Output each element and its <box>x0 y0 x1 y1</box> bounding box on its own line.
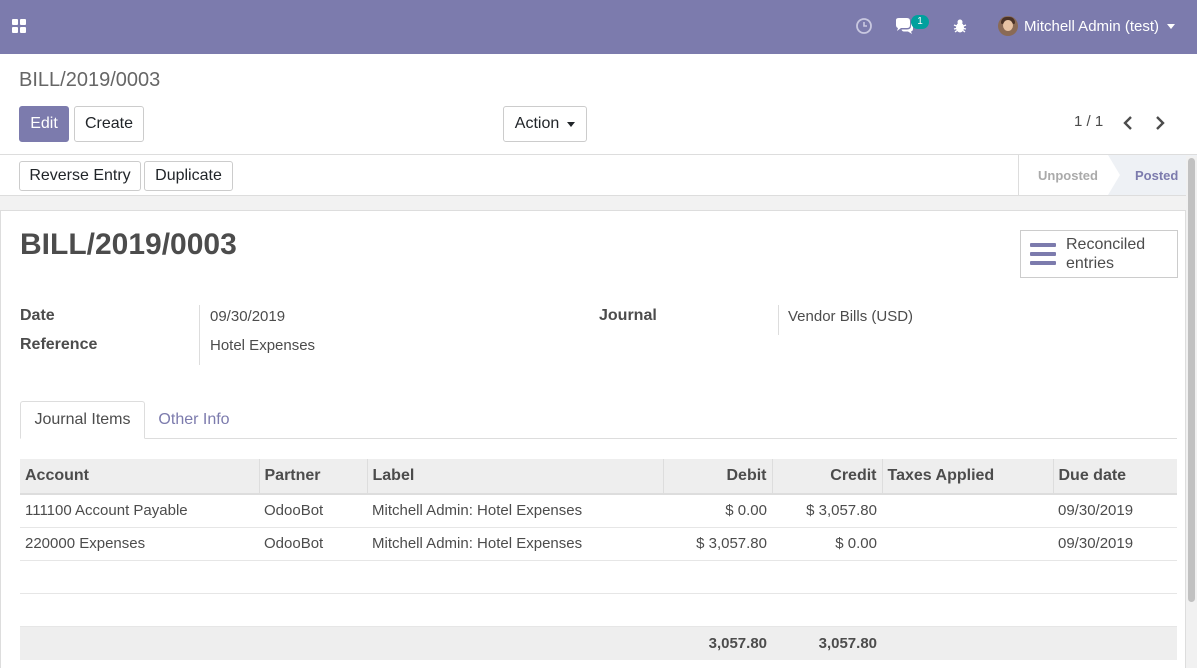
top-navbar: 1 Mitchell Admin (test) <box>0 0 1197 54</box>
status-bar: Reverse Entry Duplicate Unposted Posted <box>0 154 1197 196</box>
list-bars-icon <box>1030 243 1056 265</box>
totals-row: 3,057.80 3,057.80 <box>20 626 1177 660</box>
messages-count-badge: 1 <box>911 15 929 29</box>
reconciled-entries-label: Reconciled entries <box>1066 236 1146 272</box>
action-button-label: Action <box>514 115 560 132</box>
scrollbar-thumb[interactable] <box>1188 158 1195 602</box>
user-name: Mitchell Admin (test) <box>1024 17 1160 35</box>
stage-posted: Posted <box>1107 155 1197 195</box>
cell-account: 111100 Account Payable <box>20 494 259 528</box>
cell-taxes <box>882 494 1053 528</box>
duplicate-button[interactable]: Duplicate <box>144 161 233 191</box>
column-header-credit[interactable]: Credit <box>771 459 882 495</box>
empty-row <box>20 593 1177 627</box>
action-dropdown-button[interactable]: Action <box>503 106 587 142</box>
cell-account: 220000 Expenses <box>20 527 259 561</box>
cell-due-date: 09/30/2019 <box>1053 527 1177 561</box>
total-debit: 3,057.80 <box>663 626 772 660</box>
cell-partner: OdooBot <box>259 527 367 561</box>
pager-value[interactable]: 1 / 1 <box>1074 113 1103 130</box>
stage-posted-label: Posted <box>1135 167 1179 183</box>
edit-button[interactable]: Edit <box>19 106 69 142</box>
apps-menu-icon[interactable] <box>12 19 26 33</box>
activity-clock-icon[interactable] <box>854 16 874 36</box>
column-header-account[interactable]: Account <box>20 459 259 495</box>
column-header-label[interactable]: Label <box>366 459 663 495</box>
table-header-row: Account Partner Label Debit Credit Taxes… <box>20 459 1177 495</box>
journal-items-table: Account Partner Label Debit Credit Taxes… <box>20 459 1177 660</box>
cell-debit: $ 3,057.80 <box>663 527 772 561</box>
cell-credit: $ 3,057.80 <box>772 494 882 528</box>
date-label: Date <box>20 307 55 324</box>
chevron-down-icon <box>567 121 576 127</box>
column-header-taxes[interactable]: Taxes Applied <box>881 459 1053 495</box>
cell-label: Mitchell Admin: Hotel Expenses <box>367 494 663 528</box>
reverse-entry-button[interactable]: Reverse Entry <box>19 161 141 191</box>
breadcrumb: BILL/2019/0003 <box>19 69 161 91</box>
reconciled-entries-button[interactable]: Reconciled entries <box>1020 230 1178 278</box>
column-header-due-date[interactable]: Due date <box>1052 459 1177 495</box>
cell-label: Mitchell Admin: Hotel Expenses <box>367 527 663 561</box>
chevron-down-icon <box>1167 23 1176 29</box>
pager-next-icon[interactable] <box>1152 113 1168 133</box>
field-divider <box>199 305 200 365</box>
cell-partner: OdooBot <box>259 494 367 528</box>
field-divider <box>778 305 779 335</box>
tab-journal-items[interactable]: Journal Items <box>20 401 145 439</box>
reference-label: Reference <box>20 336 98 353</box>
create-button[interactable]: Create <box>74 106 144 142</box>
debug-bug-icon[interactable] <box>950 16 970 36</box>
reference-value: Hotel Expenses <box>210 337 316 354</box>
journal-label: Journal <box>599 307 657 324</box>
cell-debit: $ 0.00 <box>663 494 772 528</box>
date-value: 09/30/2019 <box>210 308 286 325</box>
column-header-debit[interactable]: Debit <box>662 459 772 495</box>
table-row[interactable]: 111100 Account Payable OdooBot Mitchell … <box>20 494 1177 528</box>
tab-other-info[interactable]: Other Info <box>145 401 243 439</box>
cell-taxes <box>882 527 1053 561</box>
cell-due-date: 09/30/2019 <box>1053 494 1177 528</box>
user-menu[interactable]: Mitchell Admin (test) <box>998 14 1176 38</box>
table-row[interactable]: 220000 Expenses OdooBot Mitchell Admin: … <box>20 527 1177 561</box>
vertical-scrollbar[interactable] <box>1186 156 1197 668</box>
record-title: BILL/2019/0003 <box>20 228 237 261</box>
user-avatar <box>998 16 1018 36</box>
empty-row <box>20 560 1177 594</box>
stage-unposted[interactable]: Unposted <box>1018 155 1108 195</box>
column-header-partner[interactable]: Partner <box>258 459 367 495</box>
total-credit: 3,057.80 <box>772 626 882 660</box>
pager-previous-icon[interactable] <box>1120 113 1136 133</box>
journal-value: Vendor Bills (USD) <box>788 308 914 325</box>
cell-credit: $ 0.00 <box>772 527 882 561</box>
